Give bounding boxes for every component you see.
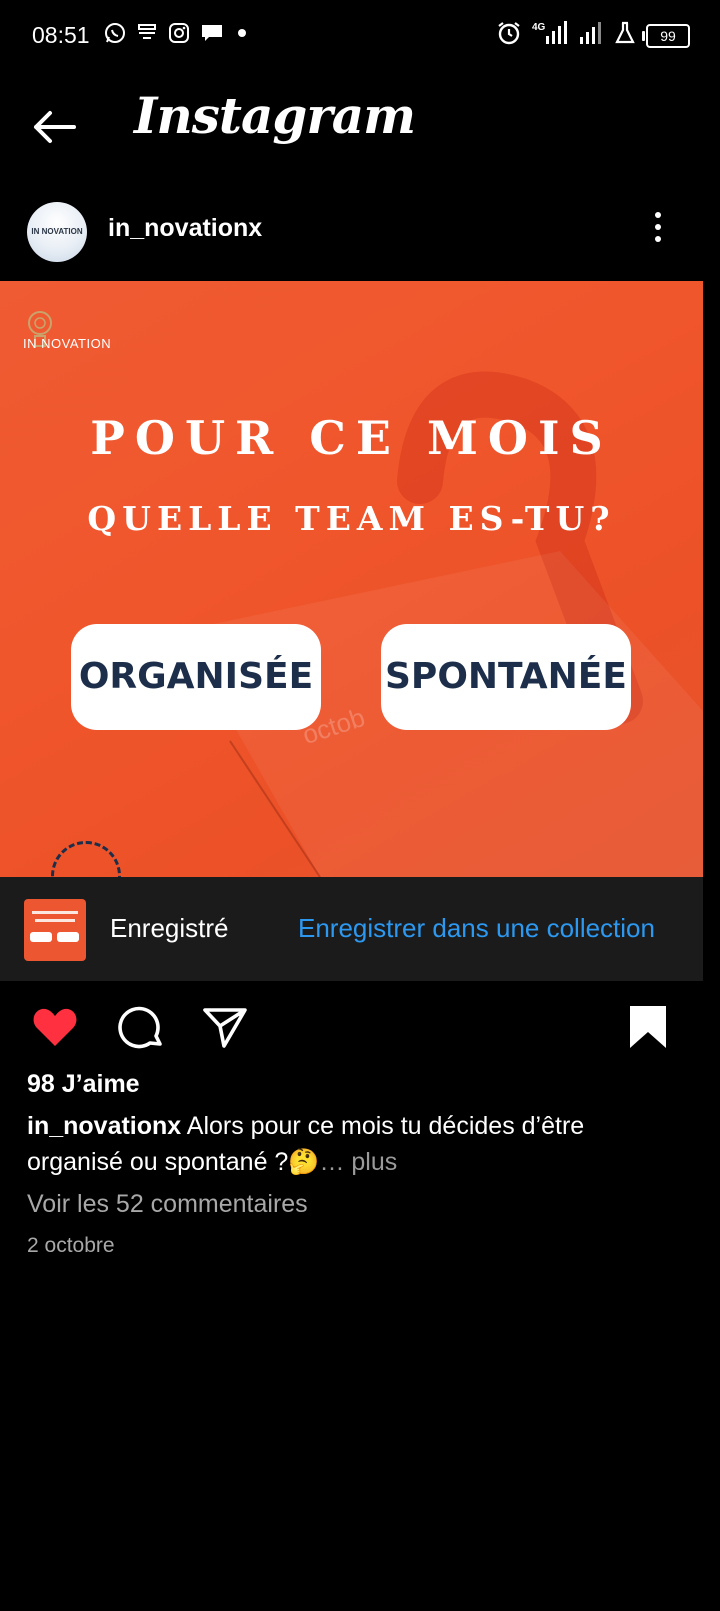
avatar[interactable]: IN NOVATION [27,202,87,262]
instagram-icon [168,22,190,44]
saved-status: Enregistré [110,913,229,943]
battery-level: 99 [660,27,676,44]
back-arrow-icon[interactable] [30,102,80,152]
status-time: 08:51 [32,22,90,48]
post-image[interactable]: IN NOVATION POUR CE MOIS QUELLE TEAM ES-… [0,281,703,877]
option-spontanee: SPONTANÉE [381,624,631,730]
headline-primary: POUR CE MOIS [90,411,613,465]
brand-logo-text: IN NOVATION [23,336,112,351]
post-actions [0,998,720,1058]
top-navigation: Instagram [0,80,720,170]
avatar-logo-text: IN NOVATION [31,227,83,236]
share-icon[interactable] [200,1002,252,1054]
more-vertical-icon[interactable] [650,212,666,246]
battery-icon: 99 [642,23,690,48]
status-bar: 08:51 4G 99 [0,0,720,72]
like-count[interactable]: 98 J’aime [27,1070,140,1099]
app-title: Instagram [134,86,416,145]
whatsapp-icon [104,22,126,44]
post-header: IN NOVATION in_novationx [0,196,720,274]
status-right-icons: 4G 99 [496,20,690,51]
saved-thumbnail [24,899,86,961]
post-caption: in_novationx Alors pour ce mois tu décid… [27,1108,677,1180]
option-organisee: ORGANISÉE [71,624,321,730]
bookmark-icon[interactable] [624,1002,676,1054]
view-comments-link[interactable]: Voir les 52 commentaires [27,1190,308,1219]
post-username[interactable]: in_novationx [108,214,262,243]
signal-icon-2 [578,20,604,51]
status-left-icons [104,22,250,44]
alarm-icon [496,20,522,51]
lab-icon [614,21,636,50]
save-to-collection-link[interactable]: Enregistrer dans une collection [298,913,655,944]
brand-logo [20,303,130,363]
message-icon [200,22,224,44]
signal-icon: 4G [532,20,568,51]
caption-more-link[interactable]: … plus [319,1148,397,1176]
caption-username[interactable]: in_novationx [27,1112,181,1140]
heart-icon[interactable] [30,1002,82,1054]
comment-icon[interactable] [116,1002,168,1054]
saved-bar: Enregistré Enregistrer dans une collecti… [0,877,703,981]
dot-indicator [234,22,250,44]
svg-text:4G: 4G [532,22,546,33]
headline-secondary: QUELLE TEAM ES-TU? [87,499,616,538]
post-date: 2 octobre [27,1234,115,1257]
notification-icon [136,22,158,44]
post-image-background [180,371,703,877]
